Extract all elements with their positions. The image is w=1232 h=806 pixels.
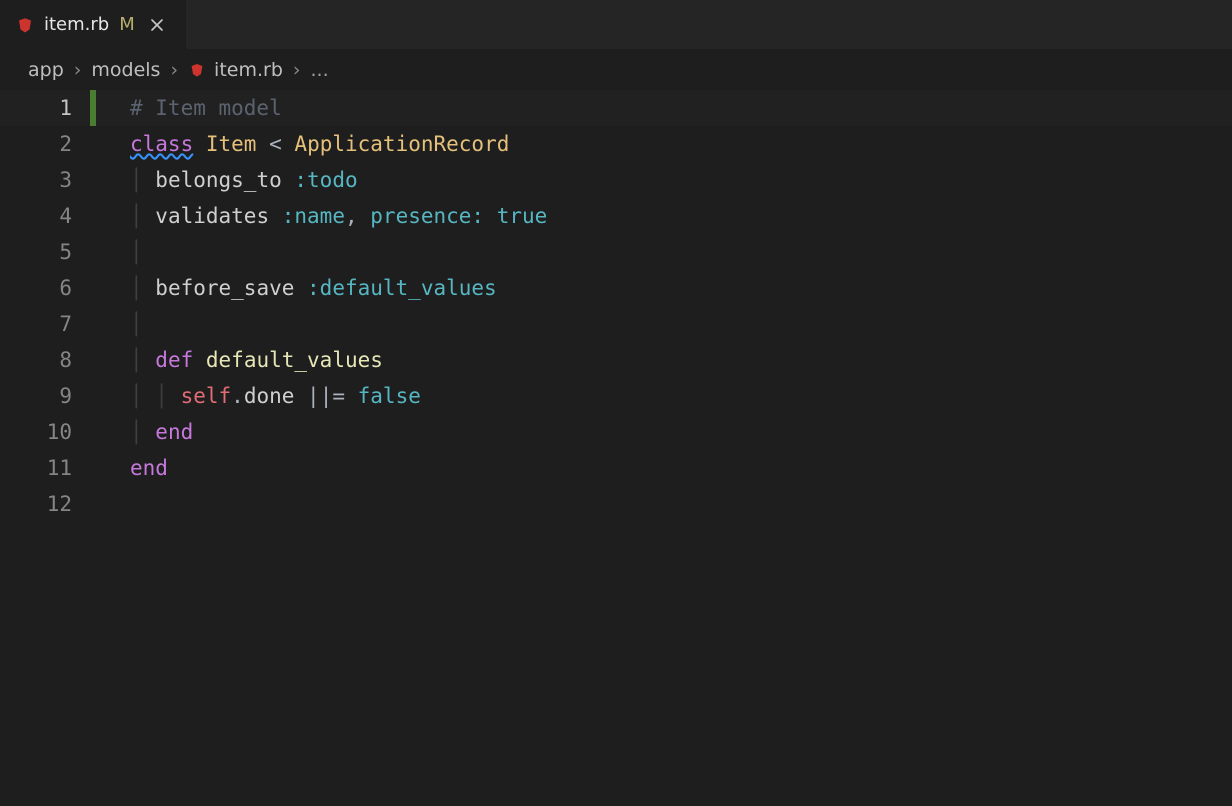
line-number: 3 [0,162,90,198]
line-number: 9 [0,378,90,414]
line-number: 8 [0,342,90,378]
code-token: validates [155,204,269,228]
tab-dirty-badge: M [119,14,135,35]
editor-line[interactable]: 7 │ [0,306,1232,342]
code-token: done [244,384,295,408]
editor-line[interactable]: 2 class Item < ApplicationRecord [0,126,1232,162]
code-token: true [497,204,548,228]
code-token: . [231,384,244,408]
editor-line[interactable]: 3 │ belongs_to :todo [0,162,1232,198]
line-number: 5 [0,234,90,270]
code-token: def [155,348,193,372]
code-token: :todo [294,168,357,192]
breadcrumb-item[interactable]: item.rb [214,59,283,81]
code-token: ||= [307,384,345,408]
line-number: 7 [0,306,90,342]
breadcrumb-item[interactable]: models [91,59,160,81]
code-token: self [181,384,232,408]
code-token: # Item model [130,96,282,120]
line-number: 10 [0,414,90,450]
editor-line[interactable]: 9 │ │ self.done ||= false [0,378,1232,414]
code-token: end [130,456,168,480]
chevron-right-icon: › [170,59,178,81]
code-token: , [345,204,358,228]
editor-line[interactable]: 11 end [0,450,1232,486]
chevron-right-icon: › [293,59,301,81]
line-number: 6 [0,270,90,306]
editor-line[interactable]: 1 # Item model [0,90,1232,126]
editor-line[interactable]: 10 │ end [0,414,1232,450]
ruby-file-icon [188,61,206,79]
code-token: :default_values [307,276,497,300]
chevron-right-icon: › [74,59,82,81]
close-icon[interactable] [145,17,169,33]
line-number: 12 [0,486,90,522]
breadcrumb-item[interactable]: app [28,59,64,81]
line-number: 11 [0,450,90,486]
editor-line[interactable]: 6 │ before_save :default_values [0,270,1232,306]
code-token: end [155,420,193,444]
breadcrumb-ellipsis[interactable]: ... [311,59,329,81]
line-number: 2 [0,126,90,162]
code-token: false [358,384,421,408]
gutter-spacer [90,486,96,522]
code-token: class [130,132,193,156]
code-token: presence: [370,204,484,228]
code-token: belongs_to [155,168,281,192]
tab-filename: item.rb [44,14,109,35]
code-editor[interactable]: 1 # Item model 2 class Item < Applicatio… [0,90,1232,806]
code-token: < [269,132,282,156]
editor-line[interactable]: 12 [0,486,1232,522]
ruby-file-icon [16,16,34,34]
editor-tab[interactable]: item.rb M [0,0,186,49]
editor-line[interactable]: 8 │ def default_values [0,342,1232,378]
code-token: ApplicationRecord [294,132,509,156]
code-token: default_values [206,348,383,372]
line-number: 1 [0,90,90,126]
editor-line[interactable]: 4 │ validates :name, presence: true [0,198,1232,234]
code-token: :name [282,204,345,228]
code-token: Item [206,132,257,156]
breadcrumb[interactable]: app › models › item.rb › ... [0,50,1232,90]
tab-bar: item.rb M [0,0,1232,50]
code-token: before_save [155,276,294,300]
editor-line[interactable]: 5 │ [0,234,1232,270]
line-number: 4 [0,198,90,234]
